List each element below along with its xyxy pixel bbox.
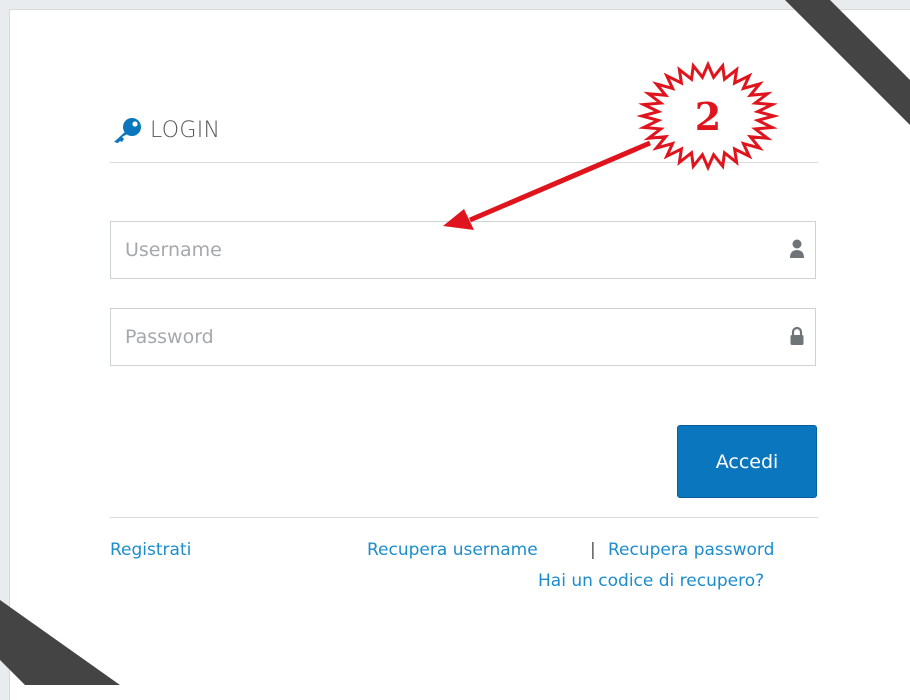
username-input[interactable] (111, 222, 815, 278)
link-separator: | (590, 540, 596, 560)
password-field-wrapper (110, 308, 816, 366)
register-link[interactable]: Registrati (110, 540, 191, 560)
key-icon (114, 118, 141, 143)
recover-password-link[interactable]: Recupera password (608, 540, 774, 560)
recover-username-link[interactable]: Recupera username (367, 540, 538, 560)
user-icon (790, 239, 804, 258)
login-title-text: LOGIN (150, 117, 221, 143)
login-heading: LOGIN (110, 116, 220, 144)
login-submit-button[interactable]: Accedi (677, 425, 817, 498)
title-divider (110, 162, 818, 163)
username-field-wrapper (110, 221, 816, 279)
lock-icon (790, 326, 804, 345)
recovery-code-link[interactable]: Hai un codice di recupero? (538, 571, 764, 591)
password-input[interactable] (111, 309, 815, 365)
footer-divider (110, 517, 818, 518)
